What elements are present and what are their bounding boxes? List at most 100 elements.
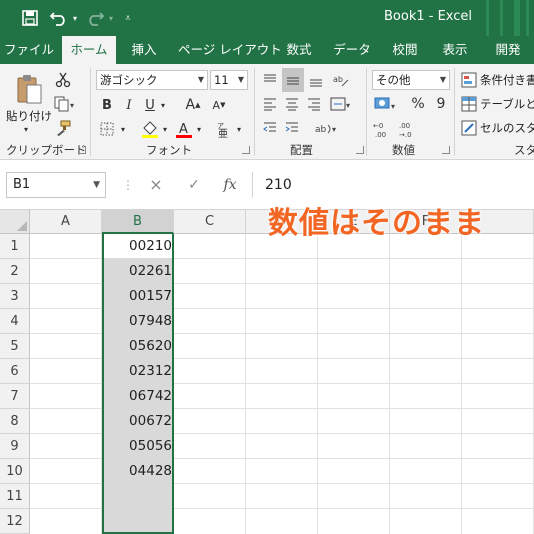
row-header[interactable]: 6 (0, 359, 30, 384)
row-header[interactable]: 5 (0, 334, 30, 359)
cell-styles-icon[interactable] (460, 118, 478, 138)
increase-decimal-icon[interactable]: ←0.00 (372, 118, 396, 140)
merge-center-icon[interactable]: ▾ (328, 94, 354, 114)
alignment-launcher-icon[interactable] (356, 146, 364, 154)
increase-indent-icon[interactable] (282, 118, 302, 138)
align-middle-icon[interactable] (282, 68, 304, 92)
paste-icon[interactable] (12, 72, 46, 106)
border-dropdown-icon[interactable]: ▾ (118, 118, 128, 140)
cell-b6[interactable]: 02312 (102, 359, 172, 384)
cell-b12[interactable] (102, 509, 172, 534)
redo-icon[interactable] (84, 6, 106, 30)
row-header[interactable]: 9 (0, 434, 30, 459)
customize-qat-icon[interactable]: ⩡ (120, 6, 136, 30)
cell-b1[interactable]: 00210 (102, 234, 172, 259)
align-left-icon[interactable] (260, 94, 280, 114)
shrink-font-button[interactable]: A ▼ (210, 94, 228, 116)
fill-color-icon[interactable] (140, 118, 160, 140)
row-header[interactable]: 4 (0, 309, 30, 334)
tab-developer[interactable]: 開発 (488, 36, 528, 64)
decrease-indent-icon[interactable] (260, 118, 280, 138)
row-header[interactable]: 3 (0, 284, 30, 309)
underline-button[interactable]: U (142, 94, 158, 116)
tab-home[interactable]: ホーム (62, 36, 116, 64)
row-header[interactable]: 10 (0, 459, 30, 484)
enter-icon[interactable]: ✓ (184, 175, 204, 195)
cell-b11[interactable] (102, 484, 172, 509)
cell-b8[interactable]: 00672 (102, 409, 172, 434)
number-format-select[interactable]: その他 ▼ (372, 70, 450, 90)
cut-icon[interactable] (52, 70, 74, 90)
undo-dropdown-icon[interactable]: ▾ (70, 6, 80, 30)
comma-style-button[interactable]: 9 (432, 94, 450, 114)
decrease-decimal-icon[interactable]: .00 →.0 (398, 118, 422, 140)
cell-b3[interactable]: 00157 (102, 284, 172, 309)
cell-b4[interactable]: 07948 (102, 309, 172, 334)
redo-dropdown-icon[interactable]: ▾ (106, 6, 116, 30)
tab-page-layout[interactable]: ページ レイアウト (178, 36, 282, 64)
tab-data[interactable]: データ (330, 36, 374, 64)
cell-b2[interactable]: 02261 (102, 259, 172, 284)
row-header[interactable]: 8 (0, 409, 30, 434)
phonetic-icon[interactable]: ア亜 (214, 118, 234, 140)
title-bar: ▾ ▾ ⩡ Book1 - Excel (0, 0, 534, 36)
conditional-format-label[interactable]: 条件付き書 (480, 72, 534, 88)
format-as-table-label[interactable]: テーブルとし (480, 96, 534, 112)
tab-formulas[interactable]: 数式 (280, 36, 318, 64)
tab-review[interactable]: 校閲 (386, 36, 424, 64)
select-all-button[interactable] (0, 210, 30, 234)
conditional-format-icon[interactable] (460, 70, 478, 90)
font-name-select[interactable]: 游ゴシック ▼ (96, 70, 208, 90)
tab-file[interactable]: ファイル (4, 36, 54, 64)
number-launcher-icon[interactable] (442, 146, 450, 154)
align-center-icon[interactable] (282, 94, 302, 114)
row-header[interactable]: 1 (0, 234, 30, 259)
align-bottom-icon[interactable] (306, 70, 326, 90)
row-header[interactable]: 7 (0, 384, 30, 409)
column-header-c[interactable]: C (174, 210, 246, 234)
align-right-icon[interactable] (304, 94, 324, 114)
font-size-select[interactable]: 11 ▼ (210, 70, 248, 90)
font-color-dropdown-icon[interactable]: ▾ (194, 118, 204, 140)
copy-icon[interactable]: ▾ (52, 94, 78, 114)
wrap-text-icon[interactable]: ab ▾ (312, 118, 342, 138)
cell-b5[interactable]: 05620 (102, 334, 172, 359)
font-launcher-icon[interactable] (242, 146, 250, 154)
font-color-icon[interactable]: A (174, 118, 194, 140)
row-header[interactable]: 2 (0, 259, 30, 284)
grow-font-button[interactable]: A ▲ (184, 94, 202, 116)
worksheet-grid[interactable]: A B C D E F 1 2 3 4 5 6 7 8 9 10 11 12 0… (0, 206, 534, 534)
column-header-a[interactable]: A (30, 210, 102, 234)
save-icon[interactable] (18, 6, 42, 30)
border-icon[interactable] (98, 118, 116, 140)
paste-label[interactable]: 貼り付け (6, 108, 52, 124)
clipboard-launcher-icon[interactable] (78, 146, 86, 154)
name-box[interactable]: B1 ▼ (6, 172, 106, 198)
format-painter-icon[interactable] (52, 118, 74, 138)
percent-style-button[interactable]: % (408, 94, 428, 114)
cell-b10[interactable]: 04428 (102, 459, 172, 484)
cell-b7[interactable]: 06742 (102, 384, 172, 409)
cell-b9[interactable]: 05056 (102, 434, 172, 459)
orientation-icon[interactable]: ab (330, 70, 352, 90)
underline-dropdown-icon[interactable]: ▾ (158, 94, 168, 116)
undo-icon[interactable] (48, 6, 70, 30)
bold-button[interactable]: B (98, 94, 116, 116)
accounting-format-icon[interactable]: ▾ (372, 94, 402, 114)
align-top-icon[interactable] (260, 70, 280, 90)
italic-button[interactable]: I (120, 94, 138, 116)
tab-view[interactable]: 表示 (436, 36, 474, 64)
fill-color-dropdown-icon[interactable]: ▾ (160, 118, 170, 140)
phonetic-dropdown-icon[interactable]: ▾ (234, 118, 244, 140)
cell-styles-label[interactable]: セルのスタイ (480, 120, 534, 136)
format-as-table-icon[interactable] (460, 94, 478, 114)
formula-input[interactable]: 210 (252, 172, 534, 198)
column-header-b[interactable]: B (102, 210, 174, 234)
tab-insert[interactable]: 挿入 (124, 36, 164, 64)
cancel-icon[interactable]: × (146, 175, 166, 195)
grid-line (245, 234, 246, 534)
insert-function-icon[interactable]: fx (220, 175, 240, 195)
paste-dropdown-icon[interactable]: ▾ (18, 124, 34, 134)
row-header[interactable]: 11 (0, 484, 30, 509)
row-header[interactable]: 12 (0, 509, 30, 534)
